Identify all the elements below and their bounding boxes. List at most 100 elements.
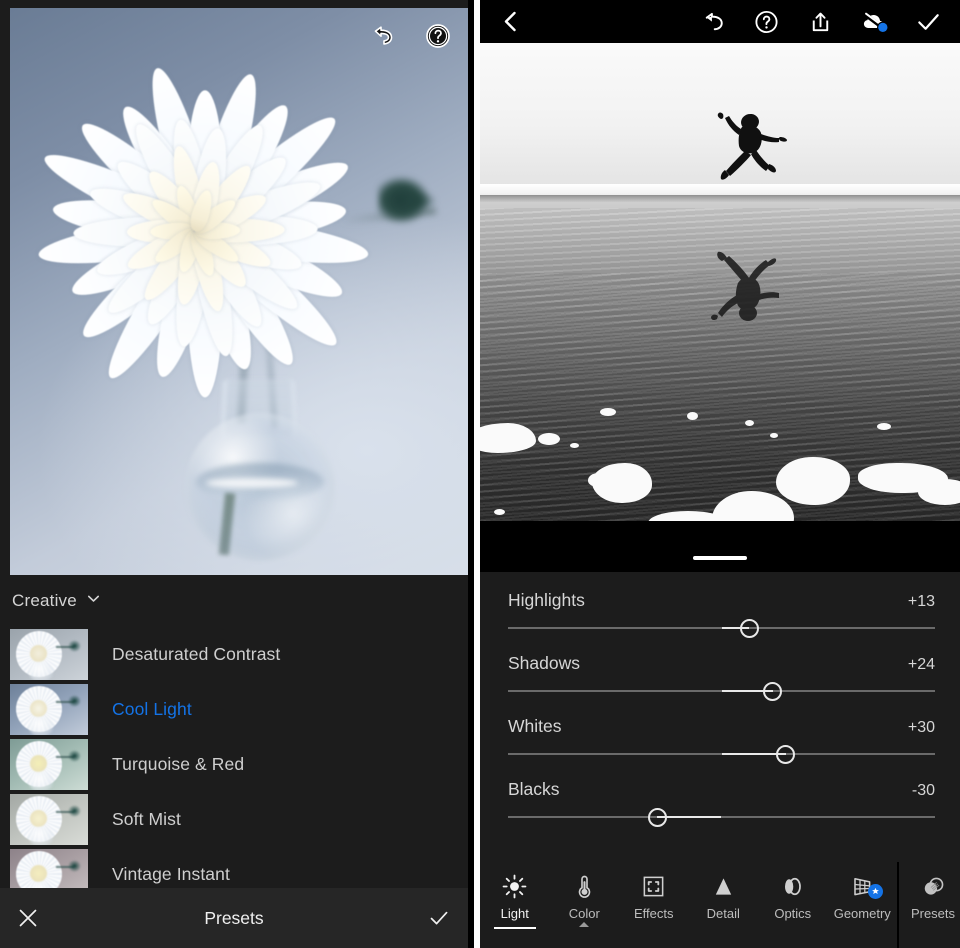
decor-vase-highlight [206,478,298,488]
toolbar-item-color[interactable]: Color [550,862,620,921]
toolbar-item-geometry[interactable]: Geometry [828,862,898,921]
photo-overlay-actions [368,22,452,50]
photo-foam-speck [770,433,778,438]
photo-letterbox [480,521,960,572]
share-icon[interactable] [807,8,834,35]
preset-group-label: Creative [12,591,77,611]
toolbar-item-label: Presets [911,906,955,921]
slider-value: +30 [908,719,935,737]
preset-thumbnail [10,629,88,680]
photo-foam-speck [687,412,698,420]
cloud-sync-icon[interactable] [861,8,888,35]
thumb-bud [68,640,81,652]
check-icon[interactable] [428,907,450,929]
preset-group-header[interactable]: Creative [0,575,468,627]
photo-foam-speck [600,408,616,416]
triangle-icon [711,873,736,899]
preset-item-vintage-instant[interactable]: Vintage Instant [0,847,468,888]
undo-icon[interactable] [699,8,726,35]
slider-header: Whites +30 [508,716,935,737]
slider-value: +13 [908,593,935,611]
lens-icon [780,873,805,899]
slider-whites[interactable]: Whites +30 [480,698,960,761]
slider-track[interactable] [508,816,935,818]
slider-label: Whites [508,716,561,737]
bottom-bar-title: Presets [0,908,468,929]
photo-surf-shadow [480,195,960,202]
undo-icon[interactable] [368,22,396,50]
toolbar-item-label: Effects [634,906,674,921]
thumb-bud [68,750,81,762]
light-sliders: Highlights +13 Shadows +24 Whites +30 Blacks-3… [480,572,960,862]
slider-knob[interactable] [648,808,667,827]
preset-item-label: Soft Mist [112,809,181,830]
thumb-flower-core [30,700,47,717]
new-feature-star-badge [868,884,883,899]
flower-photo[interactable] [10,8,468,575]
preset-item-label: Turquoise & Red [112,754,244,775]
slider-header: Highlights +13 [508,590,935,611]
thumb-flower-core [30,865,47,882]
slider-shadows[interactable]: Shadows +24 [480,635,960,698]
thumb-bud [68,860,81,872]
photo-foam-speck [877,423,891,430]
app-root: Creative Desaturated Contrast Cool Light T… [0,0,960,948]
toolbar-item-light[interactable]: Light [480,862,550,921]
photo-foam-speck [494,509,505,515]
thumb-bud [68,805,81,817]
toolbar-item-label: Optics [774,906,811,921]
slider-track[interactable] [508,627,935,629]
toolbar-item-detail[interactable]: Detail [689,862,759,921]
panel-drag-handle[interactable] [693,556,747,560]
top-bar-actions [699,8,942,35]
preset-item-label: Vintage Instant [112,864,230,885]
thumb-flower-core [30,810,47,827]
thumb-vase [29,772,53,790]
help-icon[interactable] [424,22,452,50]
thermometer-icon [572,873,597,899]
help-icon[interactable] [753,8,780,35]
slider-track[interactable] [508,753,935,755]
photo-jumping-figure [708,108,794,194]
slider-track[interactable] [508,690,935,692]
panel-divider [468,0,480,948]
slider-fill [657,816,721,818]
preset-item-soft-mist[interactable]: Soft Mist [0,792,468,847]
left-panel: Creative Desaturated Contrast Cool Light T… [0,0,468,948]
preset-item-label: Cool Light [112,699,192,720]
slider-highlights[interactable]: Highlights +13 [480,572,960,635]
beach-photo[interactable] [480,43,960,521]
crop-frame-icon [641,873,666,899]
editor-top-bar [480,0,960,43]
slider-value: +24 [908,656,935,674]
slider-header: Blacks-30 [508,779,935,800]
photo-figure-reflection [702,237,794,329]
preset-list[interactable]: Desaturated Contrast Cool Light Turquoise … [0,627,468,888]
preset-thumbnail [10,794,88,845]
toolbar-item-label: Light [501,906,529,921]
slider-label: Highlights [508,590,585,611]
photo-foam-blob [776,457,850,505]
chevron-left-icon[interactable] [498,8,525,35]
done-check-icon[interactable] [915,8,942,35]
slider-label: Shadows [508,653,580,674]
preset-item-turquoise-red[interactable]: Turquoise & Red [0,737,468,792]
preset-item-desaturated-contrast[interactable]: Desaturated Contrast [0,627,468,682]
slider-blacks[interactable]: Blacks-30 [480,761,960,824]
preset-item-label: Desaturated Contrast [112,644,280,665]
active-tab-indicator [494,927,536,929]
chevron-down-icon[interactable] [86,591,101,611]
thumb-vase [29,717,53,735]
toolbar-trailing-group: Presets [899,862,960,921]
presets-overlap-icon [921,873,946,899]
decor-bud-inner [396,191,436,211]
preset-item-cool-light[interactable]: Cool Light [0,682,468,737]
toolbar-item-presets[interactable]: Presets [899,862,960,921]
toolbar-item-optics[interactable]: Optics [758,862,828,921]
right-panel: Highlights +13 Shadows +24 Whites +30 Blacks-3… [480,0,960,948]
photo-foam-blob [538,433,560,445]
toolbar-item-effects[interactable]: Effects [619,862,689,921]
thumb-flower-core [30,755,47,772]
decor-dahlia-bloom [40,66,370,396]
slider-header: Shadows +24 [508,653,935,674]
